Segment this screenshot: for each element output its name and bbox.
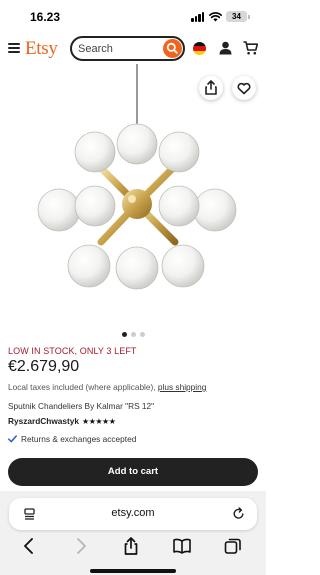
product-image-gallery[interactable] — [0, 64, 266, 326]
seller-name[interactable]: RyszardChwastyk — [8, 416, 79, 426]
tabs-icon[interactable] — [223, 536, 243, 556]
search-button[interactable] — [163, 39, 182, 58]
shipping-link[interactable]: plus shipping — [158, 382, 206, 392]
site-header: Etsy — [0, 34, 266, 64]
status-bar: 16.23 34 — [0, 0, 266, 34]
favorite-button[interactable] — [232, 76, 256, 100]
user-account-icon[interactable] — [219, 41, 232, 55]
heart-icon — [237, 82, 251, 95]
share-button[interactable] — [199, 76, 223, 100]
status-time: 16.23 — [30, 10, 61, 24]
reload-icon[interactable] — [232, 507, 245, 520]
bookmarks-icon[interactable] — [172, 536, 192, 556]
wifi-icon — [209, 12, 222, 22]
tax-note: Local taxes included (where applicable),… — [8, 382, 206, 392]
browser-toolbar: etsy.com — [0, 491, 266, 575]
forward-icon[interactable] — [71, 536, 91, 556]
gallery-dot[interactable] — [139, 332, 145, 337]
battery-icon: 34 — [226, 11, 250, 22]
check-icon — [8, 435, 17, 443]
product-image — [37, 64, 237, 290]
home-indicator — [90, 569, 176, 573]
cellular-signal-icon — [191, 12, 205, 22]
shopping-cart-icon[interactable] — [243, 41, 258, 55]
add-to-cart-button[interactable]: Add to cart — [8, 458, 258, 486]
returns-text: Returns & exchanges accepted — [21, 434, 137, 444]
etsy-logo[interactable]: Etsy — [25, 38, 58, 60]
browser-tab-bar — [0, 536, 266, 558]
stock-notice: LOW IN STOCK, ONLY 3 LEFT — [8, 346, 137, 356]
share-icon — [205, 80, 217, 95]
gallery-dot[interactable] — [130, 332, 136, 337]
back-icon[interactable] — [19, 536, 39, 556]
product-price: €2.679,90 — [8, 358, 80, 375]
seller-info: RyszardChwastyk ★★★★★ — [8, 416, 116, 426]
search-box[interactable] — [70, 36, 185, 61]
gallery-dot[interactable] — [121, 332, 127, 337]
url-text[interactable]: etsy.com — [9, 507, 257, 519]
tax-note-text: Local taxes included (where applicable), — [8, 382, 156, 392]
search-input[interactable] — [78, 40, 158, 57]
product-title: Sputnik Chandeliers By Kalmar "RS 12" — [8, 401, 155, 411]
rating-stars[interactable]: ★★★★★ — [82, 417, 116, 426]
address-bar[interactable]: etsy.com — [9, 498, 257, 530]
hamburger-menu-icon[interactable] — [8, 43, 20, 53]
germany-flag-icon[interactable] — [193, 42, 206, 55]
gallery-pagination[interactable] — [0, 332, 266, 338]
share-sheet-icon[interactable] — [121, 536, 141, 556]
search-icon — [166, 42, 178, 54]
returns-policy: Returns & exchanges accepted — [8, 434, 136, 444]
